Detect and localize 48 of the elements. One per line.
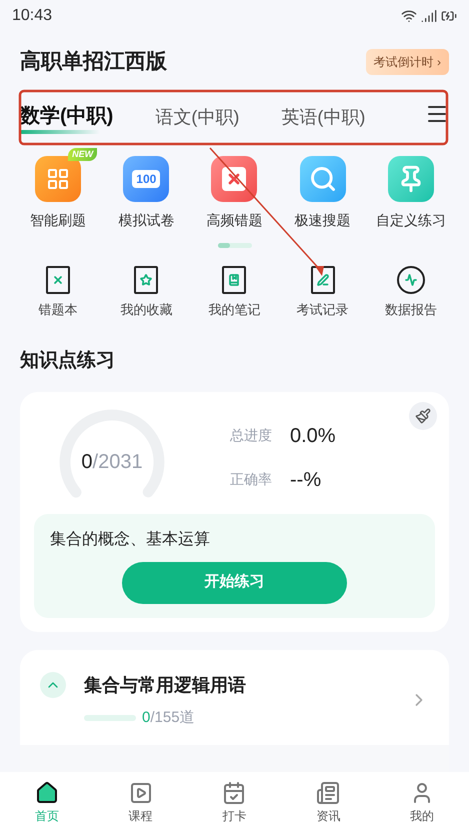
wifi-icon — [401, 8, 417, 24]
collapse-toggle[interactable] — [40, 672, 66, 698]
current-topic: 集合的概念、基本运算 — [50, 530, 211, 550]
chapter-title[interactable]: 集合与常用逻辑用语 — [84, 672, 409, 698]
icon-number: 100 — [132, 170, 160, 188]
total-count: /2031 — [92, 450, 143, 472]
subject-tab[interactable]: 英语(中职) — [281, 108, 366, 130]
chapter-total: /155道 — [150, 708, 195, 726]
stat-label: 正确率 — [230, 470, 272, 489]
feature-label[interactable]: 极速搜题 — [294, 210, 351, 230]
reset-button[interactable] — [409, 402, 437, 430]
stat-label: 总进度 — [230, 426, 272, 445]
play-icon — [128, 781, 153, 805]
page-indicator — [218, 242, 252, 248]
feature-label[interactable]: 模拟试卷 — [118, 210, 174, 230]
cross-book-icon — [46, 266, 70, 294]
nav-tab[interactable]: 打卡 — [188, 781, 282, 825]
chapter-progress-track — [84, 714, 136, 721]
stat-value: 0.0% — [290, 424, 336, 448]
nav-tab[interactable]: 我的 — [375, 781, 469, 825]
grid-icon — [46, 166, 70, 190]
brush-icon — [415, 408, 431, 424]
feature-label[interactable]: 自定义练习 — [376, 210, 446, 230]
cross-icon — [222, 166, 246, 190]
notebook-icon — [222, 266, 246, 294]
newspaper-icon — [316, 781, 340, 805]
feature-label[interactable]: 高频错题 — [206, 210, 262, 230]
section-title: 知识点练习 — [18, 348, 116, 373]
chapter-done: 0 — [142, 708, 150, 726]
calendar-icon — [222, 781, 246, 805]
done-count: 0 — [81, 450, 93, 472]
tool-label[interactable]: 我的笔记 — [208, 300, 260, 319]
status-time: 10:43 — [12, 6, 52, 26]
tool-label[interactable]: 数据报告 — [384, 300, 437, 319]
app-title: 高职单招江西版 — [20, 48, 167, 75]
search-icon — [308, 164, 337, 192]
countdown-button[interactable]: 考试倒计时 › — [366, 48, 449, 75]
tool-label[interactable]: 考试记录 — [296, 300, 349, 319]
stat-value: --% — [290, 468, 322, 492]
home-icon — [34, 781, 59, 805]
feature-label[interactable]: 智能刷题 — [30, 210, 86, 230]
tool-label[interactable]: 错题本 — [38, 300, 78, 319]
nav-tab[interactable]: 资讯 — [281, 781, 376, 825]
tool-label[interactable]: 我的收藏 — [120, 300, 172, 319]
nav-tab[interactable]: 课程 — [94, 781, 188, 825]
signal-icon — [421, 8, 437, 24]
new-badge: NEW — [68, 148, 98, 160]
subject-tab[interactable]: 语文(中职) — [155, 108, 240, 130]
